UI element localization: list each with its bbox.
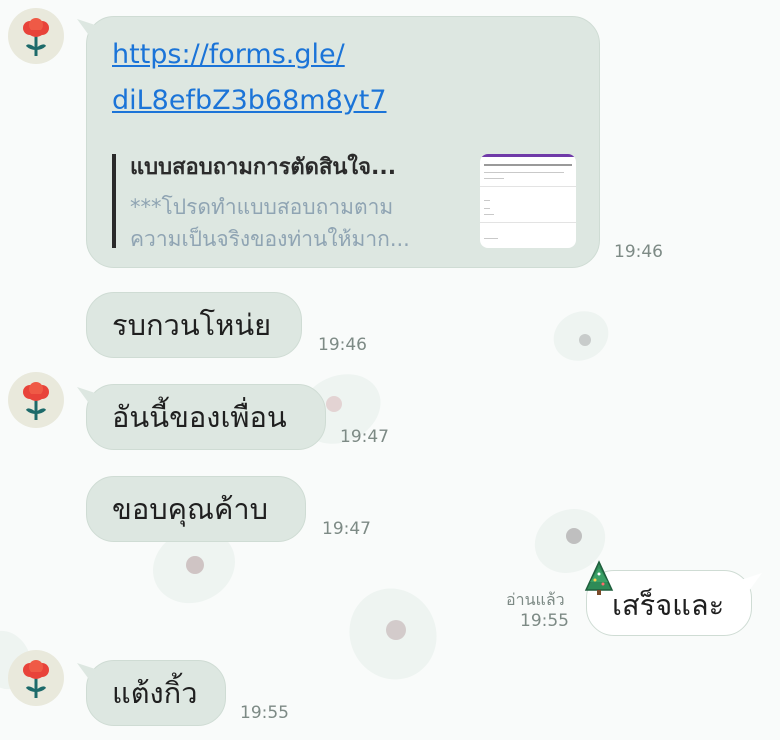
link-preview-description: ***โปรดทำแบบสอบถามตาม [130,195,394,219]
thumbnail-header-bar [480,154,576,157]
christmas-tree-icon [584,560,614,595]
background-blob [386,620,406,640]
thumbnail-text-line [484,200,490,201]
background-blob [566,528,582,544]
thumbnail-text-line [484,208,490,209]
background-blob [579,334,591,346]
link-preview-title[interactable]: แบบสอบถามการตัดสินใจ... [130,152,396,184]
background-blob [186,556,204,574]
message-timestamp: 19:46 [614,242,663,262]
message-text: เสร็จและ [612,588,725,622]
red-flower-icon [23,382,49,420]
preview-divider [112,154,116,248]
message-text: รบกวนโหน่ย [112,308,272,342]
background-blob [326,396,342,412]
red-flower-icon [23,660,49,698]
red-flower-icon [23,18,49,56]
message-timestamp: 19:47 [322,519,371,539]
thumbnail-text-line [480,222,576,223]
message-timestamp: 19:46 [318,335,367,355]
message-text: ขอบคุณค้าบ [112,492,269,526]
sender-avatar[interactable] [8,8,64,64]
sender-avatar[interactable] [8,650,64,706]
form-link[interactable]: diL8efbZ3b68m8yt7 [112,84,387,118]
message-text: อันนี้ของเพื่อน [112,400,287,434]
thumbnail-text-line [484,178,504,179]
message-timestamp: 19:47 [340,427,389,447]
message-text: แต้งกิ้ว [112,676,198,710]
thumbnail-text-line [484,214,494,215]
link-preview-thumbnail[interactable] [480,154,576,248]
thumbnail-text-line [480,186,576,187]
read-receipt: อ่านแล้ว [506,590,565,609]
message-timestamp: 19:55 [240,703,289,723]
thumbnail-text-line [484,172,564,173]
link-preview-description: ความเป็นจริงของท่านให้มาก... [130,227,410,251]
thumbnail-text-line [484,238,498,239]
sender-avatar[interactable] [8,372,64,428]
thumbnail-text-line [484,164,572,166]
form-link[interactable]: https://forms.gle/ [112,38,345,72]
message-timestamp: 19:55 [520,611,569,631]
